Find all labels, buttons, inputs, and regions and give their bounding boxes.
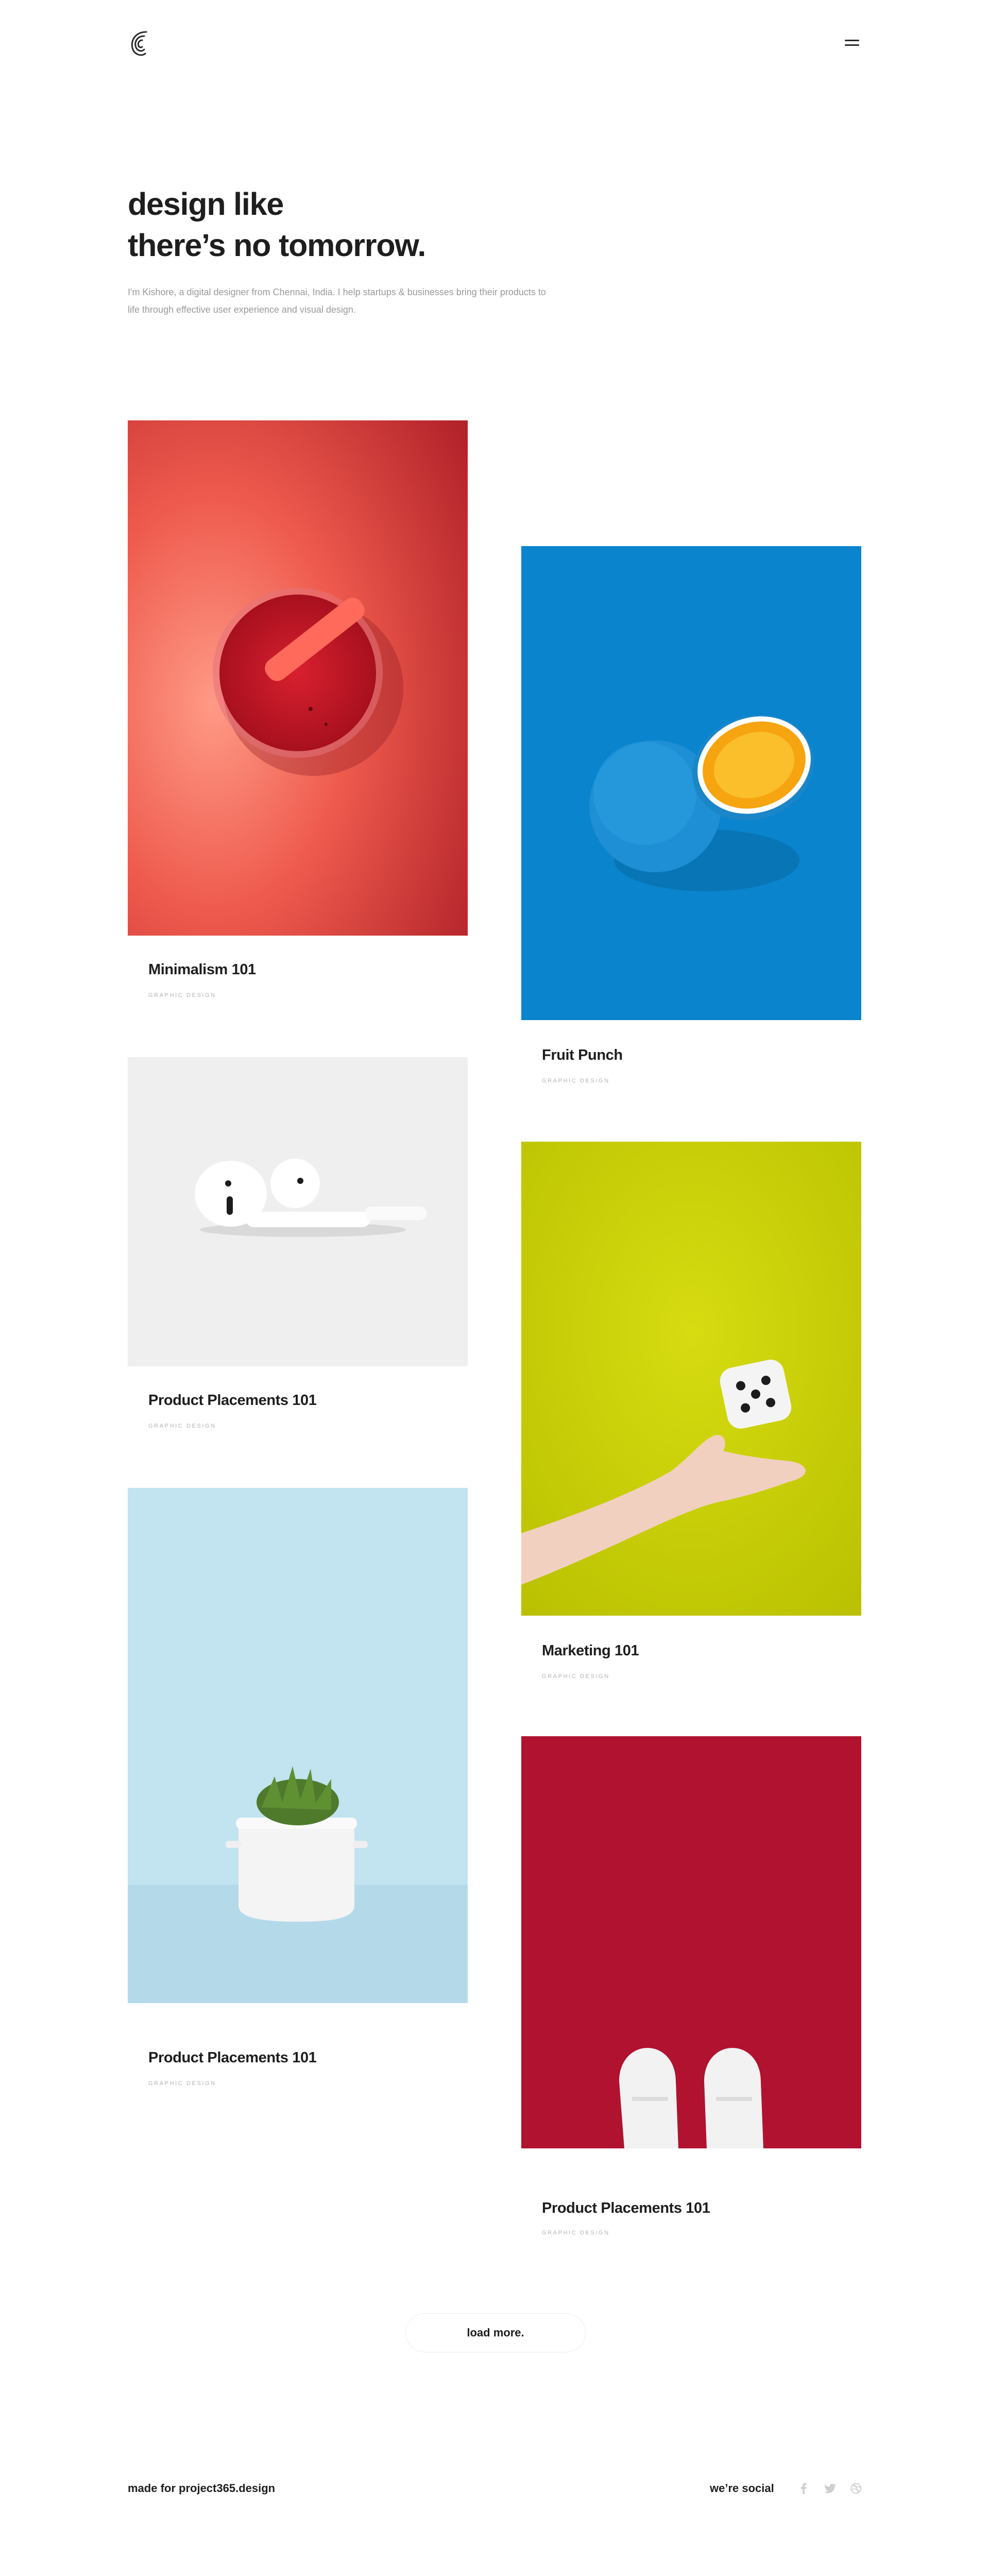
card-category: GRAPHIC DESIGN — [542, 1673, 610, 1680]
card-title: Marketing 101 — [542, 1642, 639, 1659]
card-category: GRAPHIC DESIGN — [542, 2230, 610, 2236]
site-logo[interactable] — [128, 29, 152, 58]
footer-made-for-link[interactable]: made for project365.design — [128, 2482, 275, 2495]
white-sneakers-image — [521, 1736, 861, 2148]
twitter-icon[interactable] — [823, 2481, 838, 2496]
portfolio-card-sneakers[interactable]: Product Placements 101 GRAPHIC DESIGN — [521, 1736, 861, 2251]
card-title: Product Placements 101 — [148, 1392, 317, 1409]
dribbble-icon[interactable] — [849, 2481, 863, 2496]
hero-description: I'm Kishore, a digital designer from Che… — [128, 283, 622, 318]
hero-title-line-1: design like — [128, 187, 284, 222]
card-title: Product Placements 101 — [148, 2049, 317, 2066]
card-category: GRAPHIC DESIGN — [542, 1078, 610, 1084]
succulent-pot-image — [128, 1488, 468, 2003]
blue-orange-image — [521, 546, 861, 1020]
card-title: Minimalism 101 — [148, 961, 256, 978]
portfolio-card-fruit-punch[interactable]: Fruit Punch GRAPHIC DESIGN — [521, 546, 861, 1103]
spiral-logo-icon — [131, 31, 147, 56]
footer-social-label: we’re social — [710, 2482, 774, 2495]
facebook-icon[interactable] — [796, 2481, 811, 2496]
card-category: GRAPHIC DESIGN — [148, 1423, 216, 1429]
hand-dice-image — [521, 1142, 861, 1616]
portfolio-card-airpods[interactable]: Product Placements 101 GRAPHIC DESIGN — [128, 1057, 468, 1449]
hero-title: design like there’s no tomorrow. — [128, 183, 591, 266]
card-title: Fruit Punch — [542, 1047, 623, 1063]
card-category: GRAPHIC DESIGN — [148, 992, 216, 998]
hero-title-line-2: there’s no tomorrow. — [128, 228, 426, 263]
hamburger-menu-icon[interactable] — [845, 37, 860, 48]
menu-bar — [845, 44, 859, 46]
airpods-image — [128, 1057, 468, 1366]
portfolio-card-succulent[interactable]: Product Placements 101 GRAPHIC DESIGN — [128, 1488, 468, 2087]
hero-description-line-1: I'm Kishore, a digital designer from Che… — [128, 287, 546, 297]
portfolio-card-marketing[interactable]: Marketing 101 GRAPHIC DESIGN — [521, 1142, 861, 1698]
hero-description-line-2: life through effective user experience a… — [128, 304, 356, 315]
load-more-button[interactable]: load more. — [405, 2313, 586, 2352]
menu-bar — [845, 40, 859, 41]
portfolio-card-minimalism[interactable]: Minimalism 101 GRAPHIC DESIGN — [128, 420, 468, 1018]
card-category: GRAPHIC DESIGN — [148, 2080, 216, 2087]
red-juice-glass-image — [128, 420, 468, 936]
card-title: Product Placements 101 — [542, 2200, 710, 2216]
